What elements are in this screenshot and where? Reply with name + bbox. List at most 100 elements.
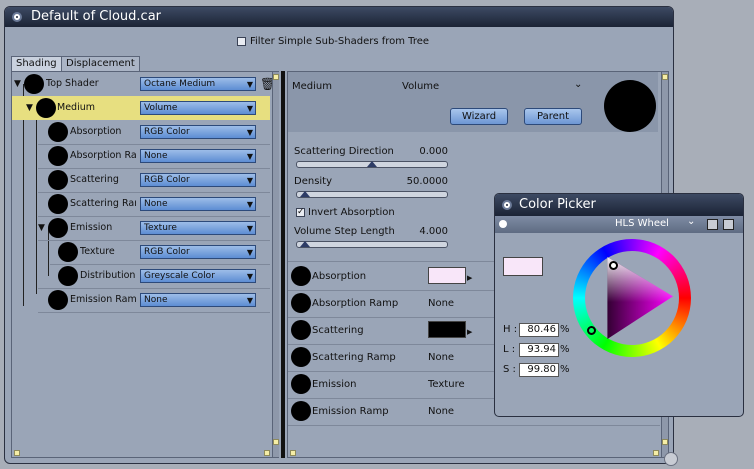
resize-grip-icon[interactable] bbox=[664, 452, 678, 466]
volume-step-slider[interactable] bbox=[296, 241, 448, 248]
tree-row-label: Distribution bbox=[80, 270, 136, 281]
expand-arrow-icon[interactable]: ▼ bbox=[14, 79, 21, 89]
load-icon[interactable] bbox=[723, 219, 734, 230]
slider-label: Volume Step Length bbox=[294, 226, 395, 237]
hue-wheel[interactable] bbox=[573, 239, 691, 357]
tree-row-dropdown[interactable]: RGB Color ▼ bbox=[140, 245, 256, 259]
hscroll-handle-right[interactable] bbox=[264, 450, 270, 456]
tree-row-label: Scattering bbox=[70, 174, 119, 185]
tree-row-scattering[interactable]: Scattering RGB Color ▼ bbox=[12, 168, 270, 192]
tree-row-label: Medium bbox=[57, 102, 95, 113]
color-picker-title: Color Picker bbox=[519, 197, 596, 212]
tree-row-emission-ramp[interactable]: Emission Ram None ▼ bbox=[12, 288, 270, 312]
s-unit: % bbox=[560, 364, 570, 375]
hue-marker[interactable] bbox=[587, 326, 596, 335]
tree-row-medium[interactable]: ▼ Medium Volume ▼ bbox=[12, 96, 270, 120]
scroll-handle-bottom[interactable] bbox=[662, 439, 668, 445]
slider-thumb[interactable] bbox=[367, 161, 377, 167]
saturation-lightness-overlay bbox=[607, 257, 673, 339]
l-label: L : bbox=[503, 344, 516, 355]
window-titlebar[interactable]: Default of Cloud.car bbox=[5, 7, 673, 27]
shader-preview-icon bbox=[48, 290, 68, 310]
chevron-down-icon: ▼ bbox=[246, 128, 253, 137]
hscroll-handle-left[interactable] bbox=[290, 450, 296, 456]
shader-preview-icon bbox=[291, 347, 311, 367]
sl-marker[interactable] bbox=[609, 261, 618, 270]
invert-absorption-label: Invert Absorption bbox=[308, 207, 395, 218]
h-unit: % bbox=[560, 324, 570, 335]
slider-thumb[interactable] bbox=[300, 191, 310, 197]
slider-value[interactable]: 50.0000 bbox=[400, 176, 448, 187]
color-picker-titlebar[interactable]: Color Picker bbox=[495, 194, 743, 216]
tree-row-distribution[interactable]: Distribution Greyscale Color ▼ bbox=[12, 264, 270, 288]
scattering-color-swatch[interactable] bbox=[428, 321, 466, 338]
header-value: Volume bbox=[402, 81, 440, 92]
tree-row-scattering-ramp[interactable]: Scattering Rar None ▼ bbox=[12, 192, 270, 216]
tab-displacement-label: Displacement bbox=[66, 58, 135, 69]
tab-displacement[interactable]: Displacement bbox=[61, 56, 140, 71]
invert-absorption-checkbox[interactable]: ✓ bbox=[296, 208, 305, 217]
tree-row-dropdown[interactable]: None ▼ bbox=[140, 197, 256, 211]
arrow-right-icon: ▶ bbox=[467, 274, 473, 282]
tree-scrollbar[interactable] bbox=[272, 72, 279, 457]
tree-row-label: Texture bbox=[80, 246, 115, 257]
filter-checkbox[interactable] bbox=[237, 37, 246, 46]
tree-row-dropdown-value: None bbox=[144, 151, 168, 161]
chevron-down-icon[interactable]: ⌄ bbox=[574, 79, 582, 90]
s-field[interactable]: 99.80 bbox=[519, 363, 559, 377]
wizard-button[interactable]: Wizard bbox=[450, 108, 508, 125]
window-menu-icon[interactable] bbox=[12, 12, 22, 22]
hscroll-handle-left[interactable] bbox=[14, 450, 20, 456]
chevron-down-icon[interactable]: ⌄ bbox=[687, 216, 695, 227]
tree-row-dropdown[interactable]: None ▼ bbox=[140, 149, 256, 163]
shader-preview-icon bbox=[48, 170, 68, 190]
shader-preview-icon bbox=[48, 146, 68, 166]
prop-label: Emission Ramp bbox=[312, 406, 389, 417]
shader-preview-icon bbox=[24, 74, 44, 94]
scroll-handle-bottom[interactable] bbox=[273, 439, 279, 445]
expand-arrow-icon[interactable]: ▼ bbox=[38, 223, 45, 233]
tree-row-emission[interactable]: ▼ Emission Texture ▼ bbox=[12, 216, 270, 240]
h-field[interactable]: 80.46 bbox=[519, 323, 559, 337]
tree-row-label: Scattering Rar bbox=[70, 198, 136, 209]
tree-row-absorption-ramp[interactable]: Absorption Ra None ▼ bbox=[12, 144, 270, 168]
chevron-down-icon: ▼ bbox=[246, 104, 253, 113]
hscroll-handle-right[interactable] bbox=[653, 450, 659, 456]
scroll-handle-top[interactable] bbox=[273, 74, 279, 80]
tree-row-dropdown[interactable]: Texture ▼ bbox=[140, 221, 256, 235]
shader-preview-icon bbox=[58, 266, 78, 286]
tree-row-dropdown[interactable]: RGB Color ▼ bbox=[140, 173, 256, 187]
picker-mode-select[interactable]: HLS Wheel bbox=[615, 218, 669, 229]
absorption-color-swatch[interactable] bbox=[428, 267, 466, 284]
tree-row-dropdown[interactable]: Volume ▼ bbox=[140, 101, 256, 115]
tree-row-texture[interactable]: Texture RGB Color ▼ bbox=[12, 240, 270, 264]
l-field[interactable]: 93.94 bbox=[519, 343, 559, 357]
slider-value[interactable]: 0.000 bbox=[418, 146, 448, 157]
shader-preview-icon bbox=[291, 293, 311, 313]
save-icon[interactable] bbox=[707, 219, 718, 230]
window-menu-icon[interactable] bbox=[502, 200, 512, 210]
slider-thumb[interactable] bbox=[300, 241, 310, 247]
s-label: S : bbox=[503, 364, 516, 375]
tree-row-dropdown[interactable]: None ▼ bbox=[140, 293, 256, 307]
panel-splitter[interactable] bbox=[281, 71, 285, 458]
row-divider bbox=[288, 425, 660, 426]
parent-button[interactable]: Parent bbox=[524, 108, 582, 125]
hue-wheel-inner bbox=[585, 251, 679, 345]
expand-arrow-icon[interactable]: ▼ bbox=[26, 103, 33, 113]
material-preview bbox=[604, 80, 656, 132]
tree-row-dropdown[interactable]: Greyscale Color ▼ bbox=[140, 269, 256, 283]
scroll-handle-top[interactable] bbox=[662, 74, 668, 80]
tree-row-absorption[interactable]: Absorption RGB Color ▼ bbox=[12, 120, 270, 144]
eyedropper-icon[interactable] bbox=[499, 220, 507, 228]
tab-shading[interactable]: Shading bbox=[11, 56, 62, 71]
tree-row-label: Emission Ram bbox=[70, 294, 136, 305]
tree-row-dropdown[interactable]: RGB Color ▼ bbox=[140, 125, 256, 139]
density-slider[interactable] bbox=[296, 191, 448, 198]
tree-row-dropdown-value: RGB Color bbox=[144, 175, 190, 185]
tree-row-label: Top Shader bbox=[46, 78, 99, 89]
tree-row-dropdown[interactable]: Octane Medium ▼ bbox=[140, 77, 256, 91]
shader-preview-icon bbox=[36, 98, 56, 118]
tree-row-top-shader[interactable]: ▼ Top Shader Octane Medium ▼ 🗑 bbox=[12, 72, 275, 96]
slider-value[interactable]: 4.000 bbox=[418, 226, 448, 237]
